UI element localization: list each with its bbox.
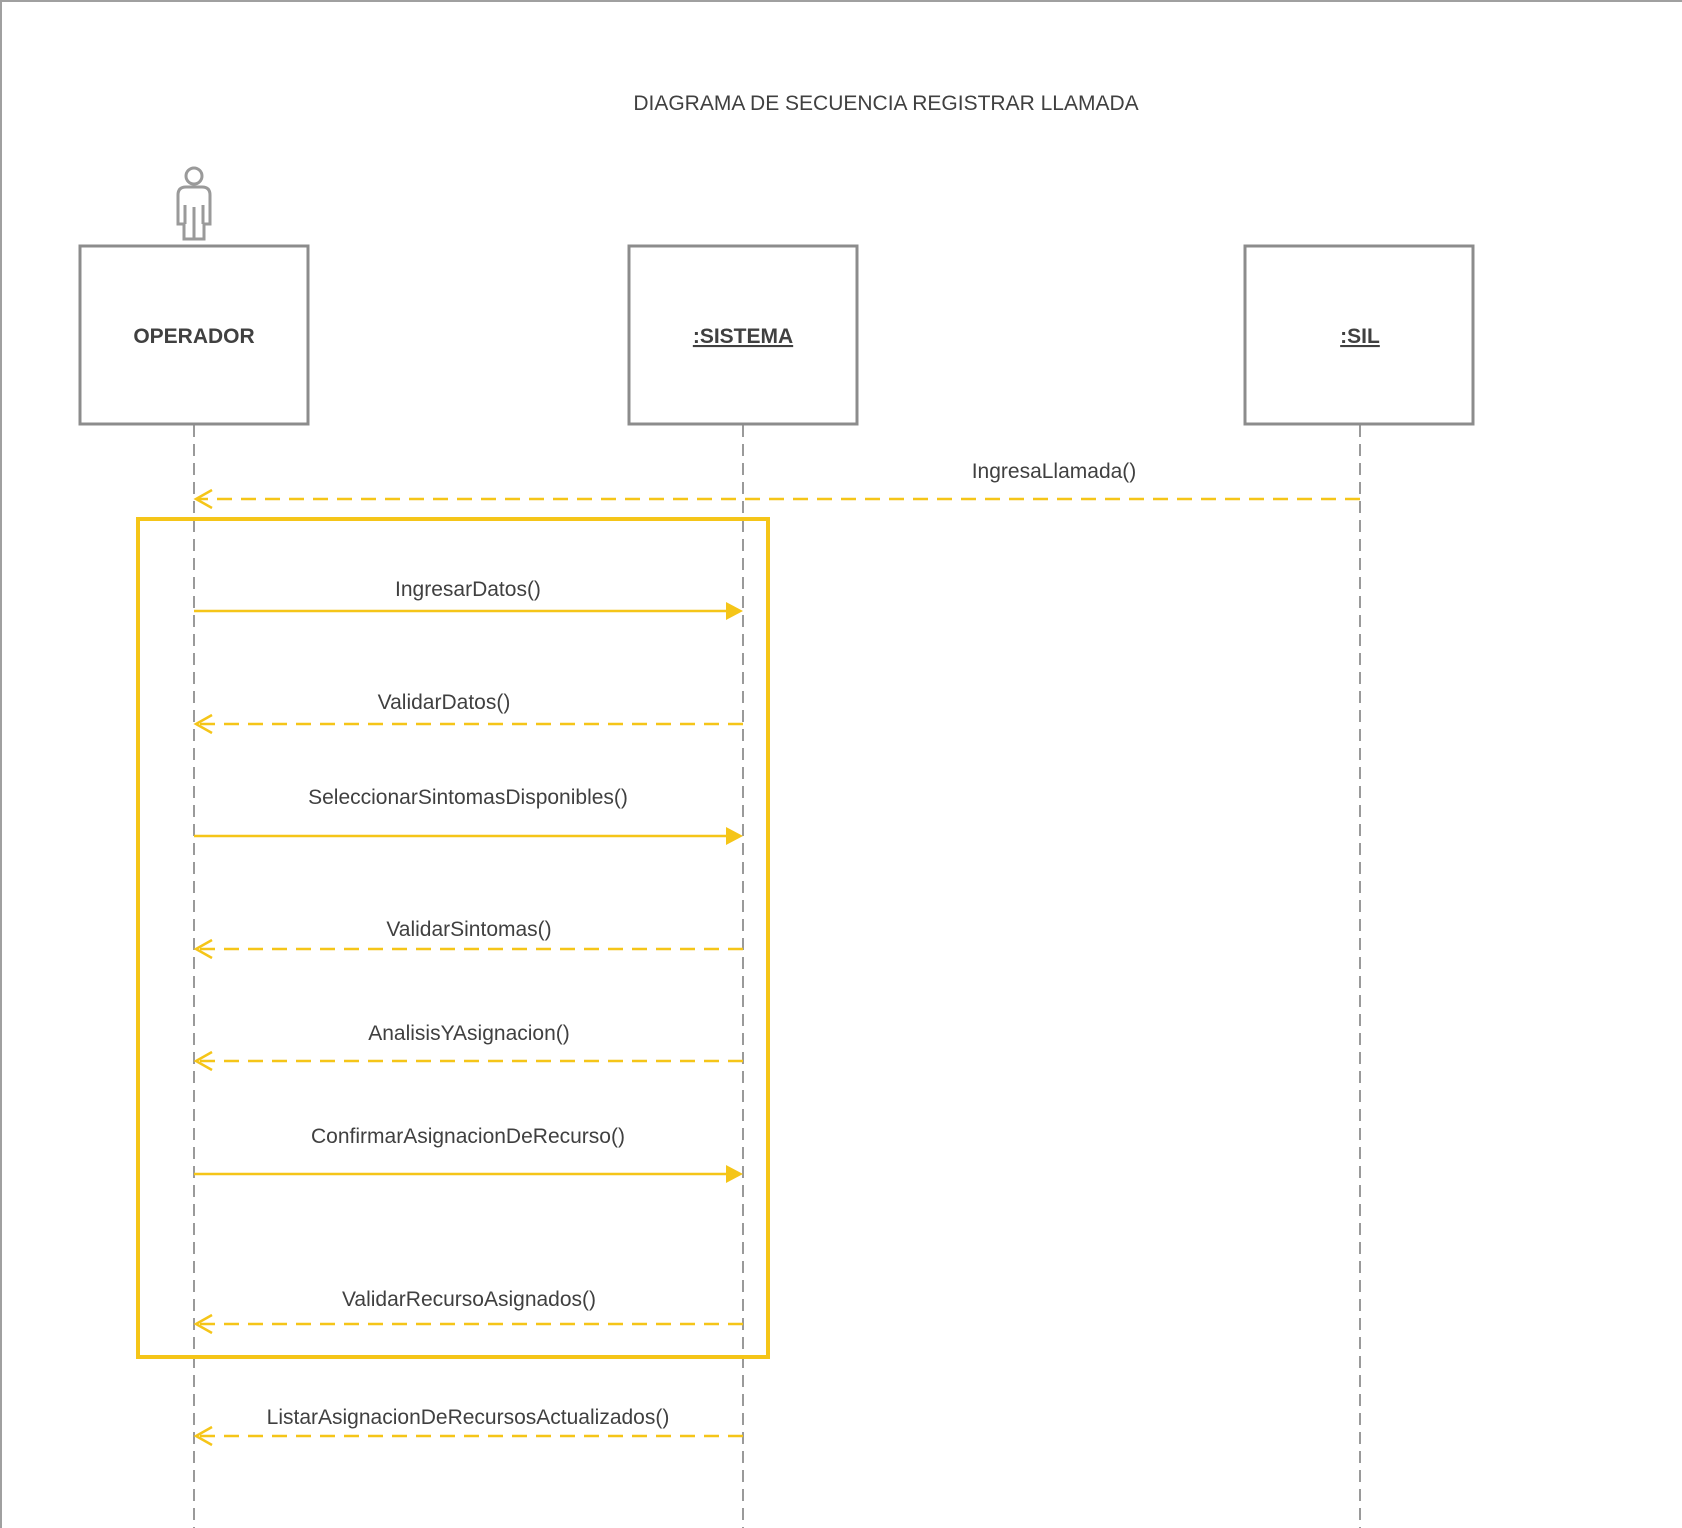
lifelines [193,425,1361,1528]
message-label: ValidarRecursoAsignados() [342,1288,596,1311]
message-label: ConfirmarAsignacionDeRecurso() [311,1125,625,1148]
message-analisis-asignacion: AnalisisYAsignacion() [193,1022,743,1072]
message-validar-recurso: ValidarRecursoAsignados() [193,1288,743,1335]
message-confirmar-asignacion: ConfirmarAsignacionDeRecurso() [194,1125,743,1183]
message-label: IngresaLlamada() [972,460,1137,483]
message-ingresar-datos: IngresarDatos() [194,578,743,620]
message-label: SeleccionarSintomasDisponibles() [308,786,628,809]
message-listar-asignacion: ListarAsignacionDeRecursosActualizados() [193,1406,743,1447]
diagram-title: DIAGRAMA DE SECUENCIA REGISTRAR LLAMADA [633,92,1138,115]
filled-arrowhead-icon [726,827,743,845]
participant-name: :SISTEMA [693,325,793,348]
participant-operador: OPERADOR [78,244,310,426]
message-ingresa-llamada: IngresaLlamada() [193,460,1360,510]
participant-sil: :SIL [1243,244,1475,426]
message-seleccionar-sintomas: SeleccionarSintomasDisponibles() [194,786,743,845]
message-label: ValidarDatos() [378,691,511,714]
participant-name: :SIL [1340,325,1380,348]
participant-sistema: :SISTEMA [627,244,859,426]
message-validar-sintomas: ValidarSintomas() [193,918,743,960]
message-validar-datos: ValidarDatos() [193,691,743,735]
actor-icon [176,166,212,241]
participant-name: OPERADOR [133,325,254,348]
filled-arrowhead-icon [726,1165,743,1183]
message-label: IngresarDatos() [395,578,541,601]
message-label: ValidarSintomas() [386,918,551,941]
message-label: ListarAsignacionDeRecursosActualizados() [267,1406,670,1429]
sequence-diagram: DIAGRAMA DE SECUENCIA REGISTRAR LLAMADA … [0,0,1682,1528]
filled-arrowhead-icon [726,602,743,620]
message-label: AnalisisYAsignacion() [368,1022,570,1045]
